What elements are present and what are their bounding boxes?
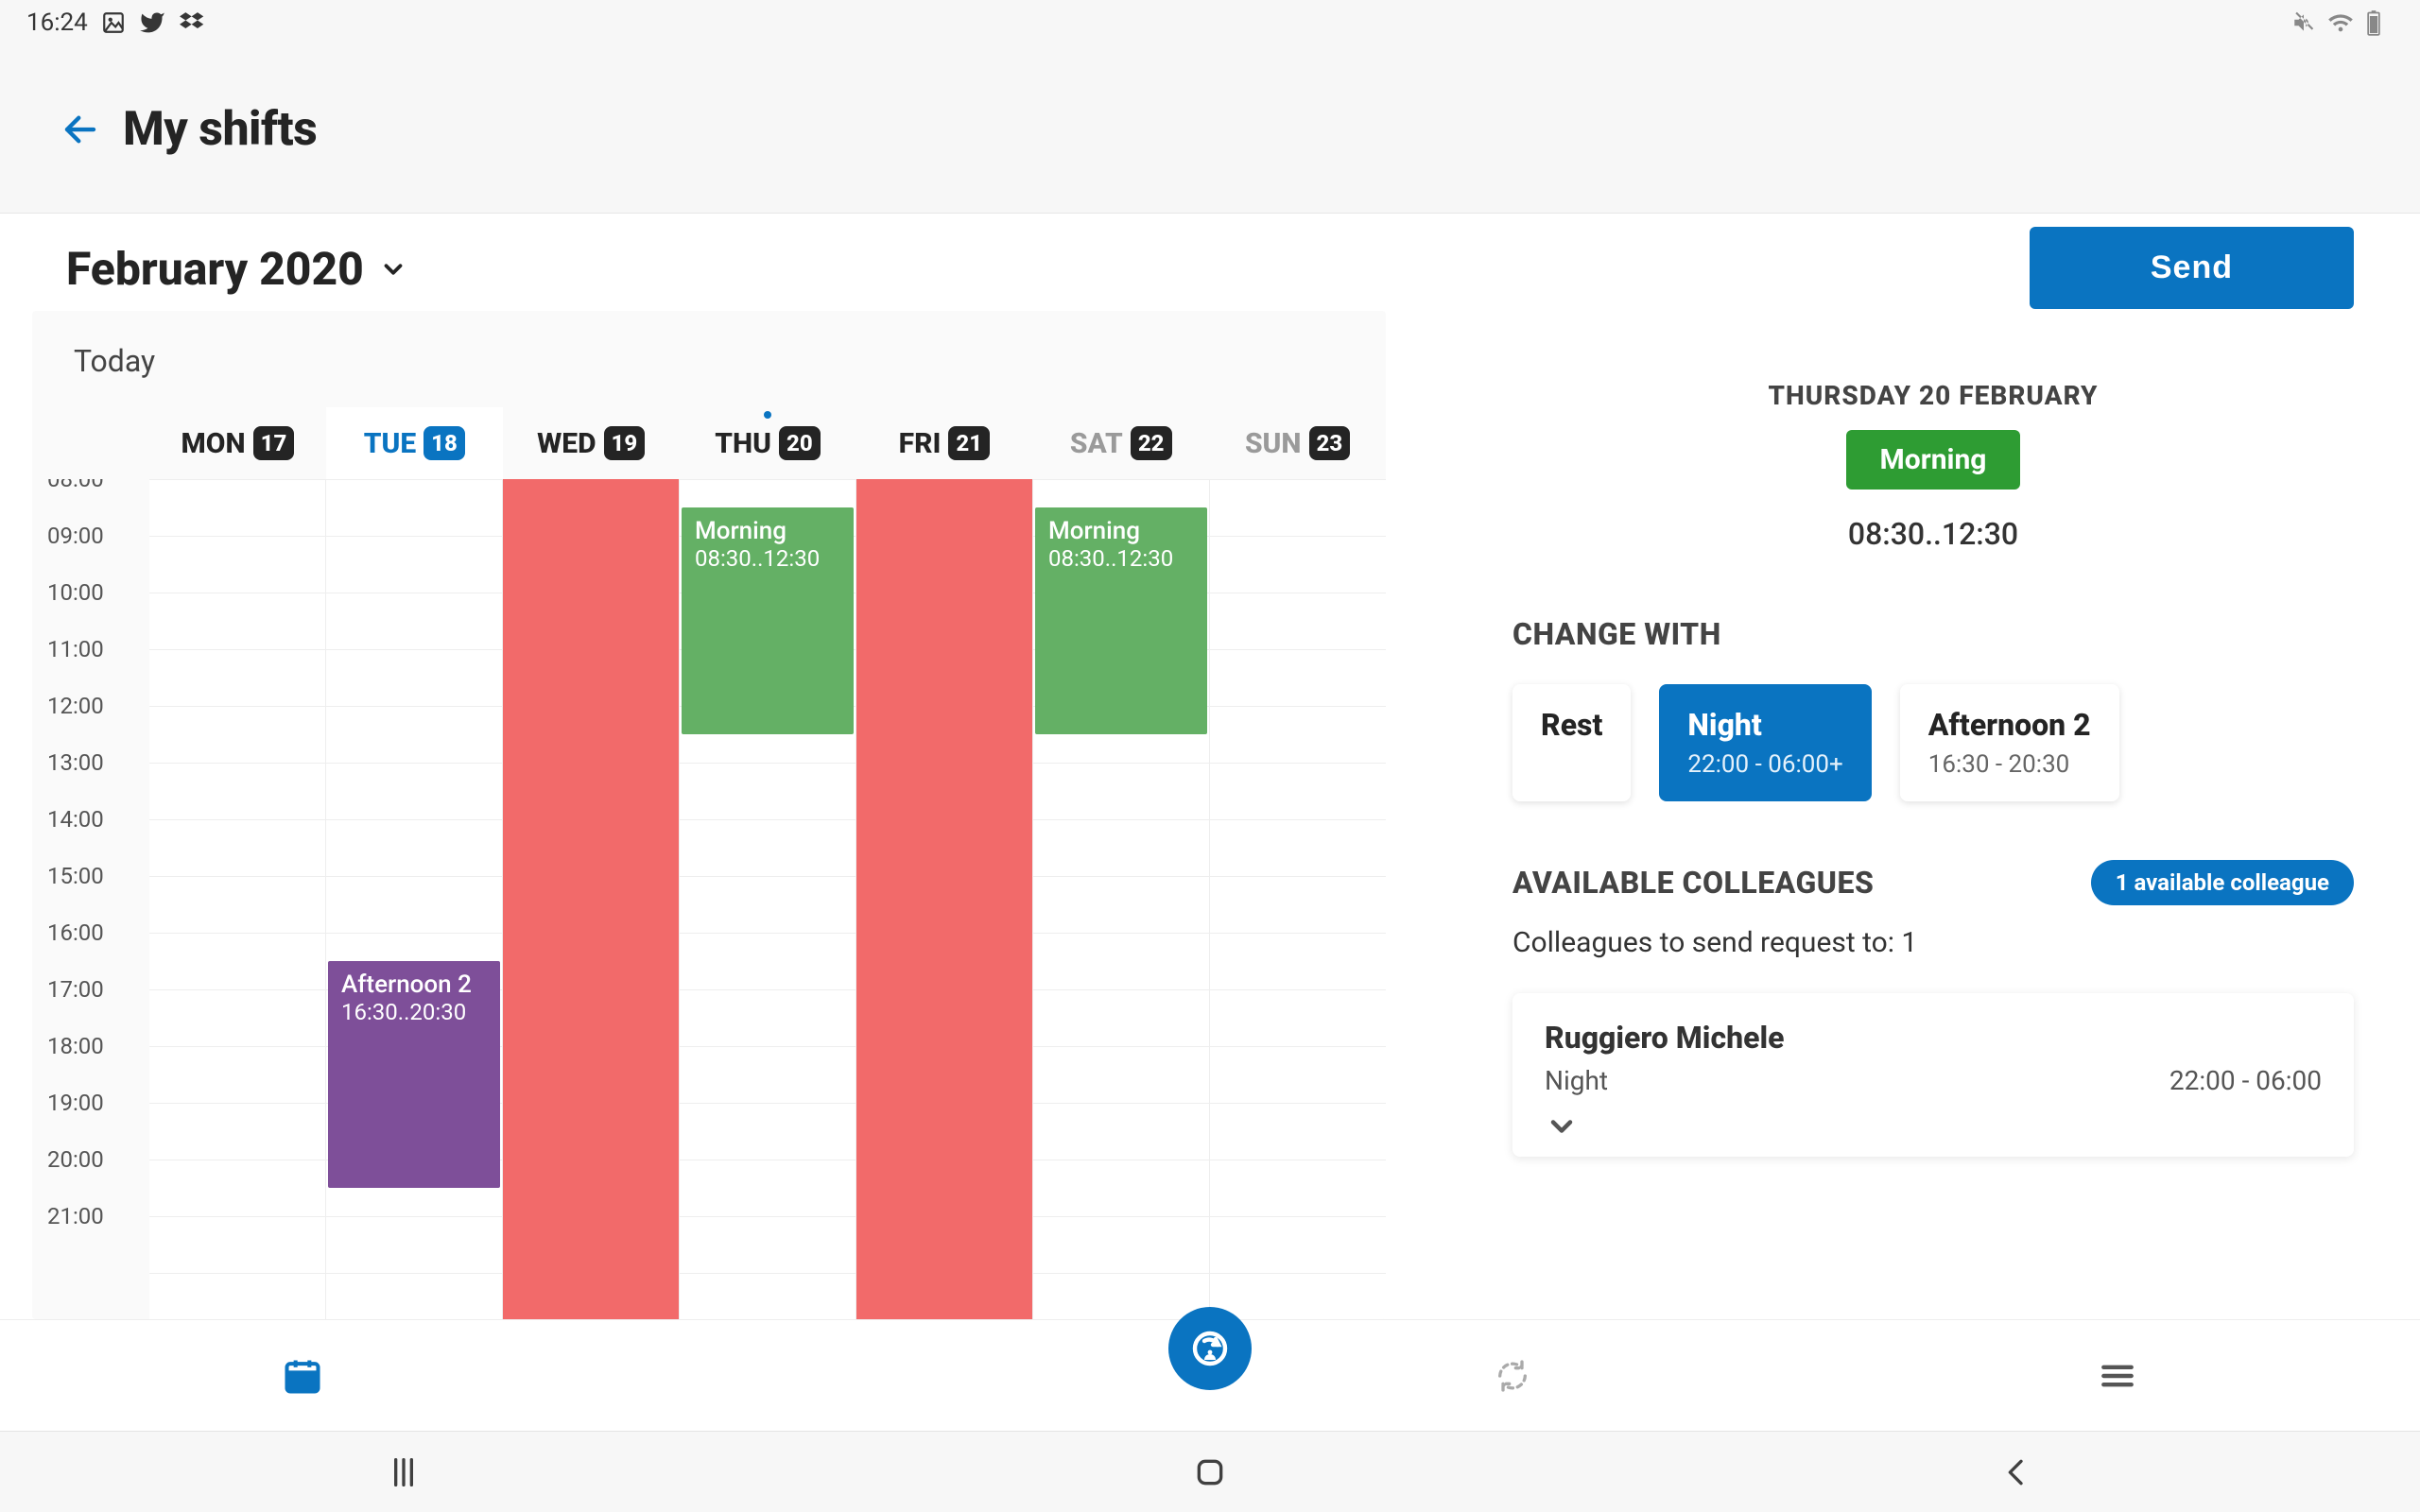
day-head-mon[interactable]: MON17 [149,407,326,479]
day-headers: MON17 TUE18 WED19 THU20 FRI21 SAT22 SUN2… [32,407,1386,479]
tab-calendar[interactable] [0,1355,605,1397]
today-label[interactable]: Today [32,311,1386,407]
shift-time: 08:30..12:30 [1512,516,2354,552]
event-afternoon2[interactable]: Afternoon 2 16:30..20:30 [328,961,500,1188]
twitter-icon [139,9,165,36]
hour-gutter: 08:00 09:00 10:00 11:00 12:00 13:00 14:0… [32,479,149,1319]
option-night[interactable]: Night 22:00 - 06:00+ [1659,684,1871,801]
day-col-sun[interactable] [1209,479,1386,1319]
detail-date-header: THURSDAY 20 FEBRUARY [1512,380,2354,411]
tab-menu[interactable] [1815,1355,2420,1397]
android-recents-icon[interactable] [385,1453,423,1491]
day-col-thu[interactable]: Morning 08:30..12:30 [679,479,856,1319]
status-time: 16:24 [26,9,88,37]
event-block-fri[interactable] [856,479,1032,1319]
calendar-card: Today MON17 TUE18 WED19 THU20 FRI21 SAT2… [32,311,1386,1319]
colleague-time: 22:00 - 06:00 [2169,1065,2322,1096]
change-with-options: Rest Night 22:00 - 06:00+ Afternoon 2 16… [1512,684,2354,801]
day-head-thu[interactable]: THU20 [680,407,856,479]
dropbox-icon [179,9,205,36]
day-col-tue[interactable]: Afternoon 2 16:30..20:30 [325,479,502,1319]
event-block-wed[interactable] [503,479,679,1319]
fab-swap[interactable] [1168,1307,1252,1390]
colleague-shift: Night [1545,1065,1608,1096]
shift-pill: Morning [1846,430,2021,490]
android-status-bar: 16:24 [0,0,2420,45]
app-bar: My shifts [0,45,2420,214]
mute-icon [2291,10,2316,35]
month-picker-label: February 2020 [66,242,364,296]
day-head-sun[interactable]: SUN23 [1209,407,1386,479]
day-col-fri[interactable] [856,479,1032,1319]
tab-sync[interactable] [1210,1357,1815,1395]
day-head-sat[interactable]: SAT22 [1032,407,1209,479]
chevron-down-icon[interactable] [1545,1109,2322,1143]
colleague-name: Ruggiero Michele [1545,1020,1784,1056]
day-head-tue[interactable]: TUE18 [326,407,503,479]
chevron-down-icon [379,255,407,284]
option-afternoon2[interactable]: Afternoon 2 16:30 - 20:30 [1900,684,2119,801]
android-home-icon[interactable] [1191,1453,1229,1491]
send-button[interactable]: Send [2030,227,2354,309]
day-col-wed[interactable] [502,479,679,1319]
option-rest[interactable]: Rest [1512,684,1631,801]
page-title: My shifts [123,102,317,157]
day-head-wed[interactable]: WED19 [503,407,680,479]
available-badge: 1 available colleague [2091,860,2354,905]
wifi-icon [2327,9,2354,36]
available-heading: AVAILABLE COLLEAGUES [1512,865,1874,901]
battery-icon [2365,9,2382,36]
event-morning-sat[interactable]: Morning 08:30..12:30 [1035,507,1207,734]
gallery-icon [101,10,126,35]
bottom-tab-bar [0,1319,2420,1431]
android-back-icon[interactable] [1997,1453,2035,1491]
android-nav-bar [0,1431,2420,1512]
colleague-card[interactable]: Ruggiero Michele Night 22:00 - 06:00 [1512,993,2354,1157]
request-to-text: Colleagues to send request to: 1 [1512,926,2354,959]
day-col-mon[interactable] [149,479,325,1319]
month-picker[interactable]: February 2020 [66,242,407,296]
back-arrow-icon[interactable] [60,110,100,149]
day-head-fri[interactable]: FRI21 [856,407,1032,479]
change-with-heading: CHANGE WITH [1512,616,2354,652]
event-morning-thu[interactable]: Morning 08:30..12:30 [682,507,854,734]
day-col-sat[interactable]: Morning 08:30..12:30 [1032,479,1209,1319]
